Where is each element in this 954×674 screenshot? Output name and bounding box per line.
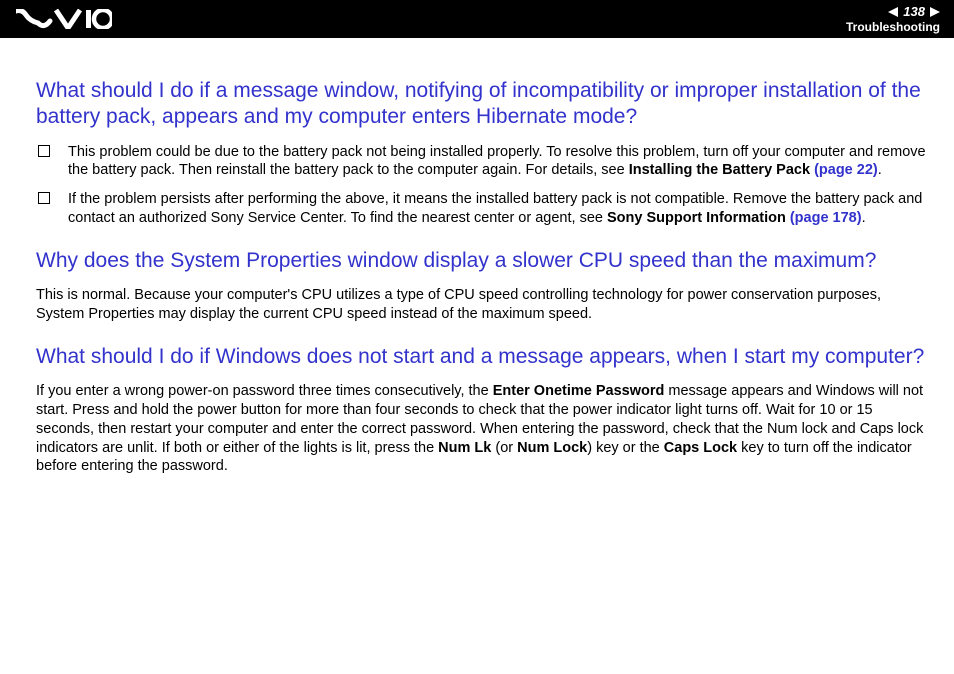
square-bullet-icon [38, 145, 50, 157]
question-1-list: This problem could be due to the battery… [36, 143, 926, 228]
vaio-logo [16, 9, 112, 29]
question-2-body: This is normal. Because your computer's … [36, 286, 926, 324]
list-item-text: This problem could be due to the battery… [68, 143, 926, 181]
text-run: . [862, 210, 866, 226]
page-nav: 138 [888, 4, 940, 19]
header-right: 138 Troubleshooting [846, 4, 940, 34]
bold-text: Num Lock [517, 440, 587, 456]
page-link[interactable]: (page 178) [790, 210, 862, 226]
bold-text: Caps Lock [664, 440, 737, 456]
bold-text: Num Lk [438, 440, 491, 456]
page-number: 138 [901, 4, 927, 19]
question-1-title: What should I do if a message window, no… [36, 78, 926, 131]
section-label: Troubleshooting [846, 20, 940, 34]
bold-text: Enter Onetime Password [493, 383, 665, 399]
text-run: . [878, 162, 882, 178]
question-3-body: If you enter a wrong power-on password t… [36, 382, 926, 476]
bold-text: Installing the Battery Pack [629, 162, 814, 178]
prev-page-icon[interactable] [888, 7, 898, 17]
header-bar: 138 Troubleshooting [0, 0, 954, 38]
page-link[interactable]: (page 22) [814, 162, 878, 178]
list-item: This problem could be due to the battery… [36, 143, 926, 181]
bold-text: Sony Support Information [607, 210, 790, 226]
page-content: What should I do if a message window, no… [0, 38, 954, 674]
question-3-title: What should I do if Windows does not sta… [36, 344, 926, 370]
question-2-title: Why does the System Properties window di… [36, 248, 926, 274]
list-item: If the problem persists after performing… [36, 190, 926, 228]
list-item-text: If the problem persists after performing… [68, 190, 926, 228]
square-bullet-icon [38, 192, 50, 204]
next-page-icon[interactable] [930, 7, 940, 17]
text-run: If you enter a wrong power-on password t… [36, 383, 493, 399]
text-run: ) key or the [587, 440, 664, 456]
text-run: (or [491, 440, 517, 456]
